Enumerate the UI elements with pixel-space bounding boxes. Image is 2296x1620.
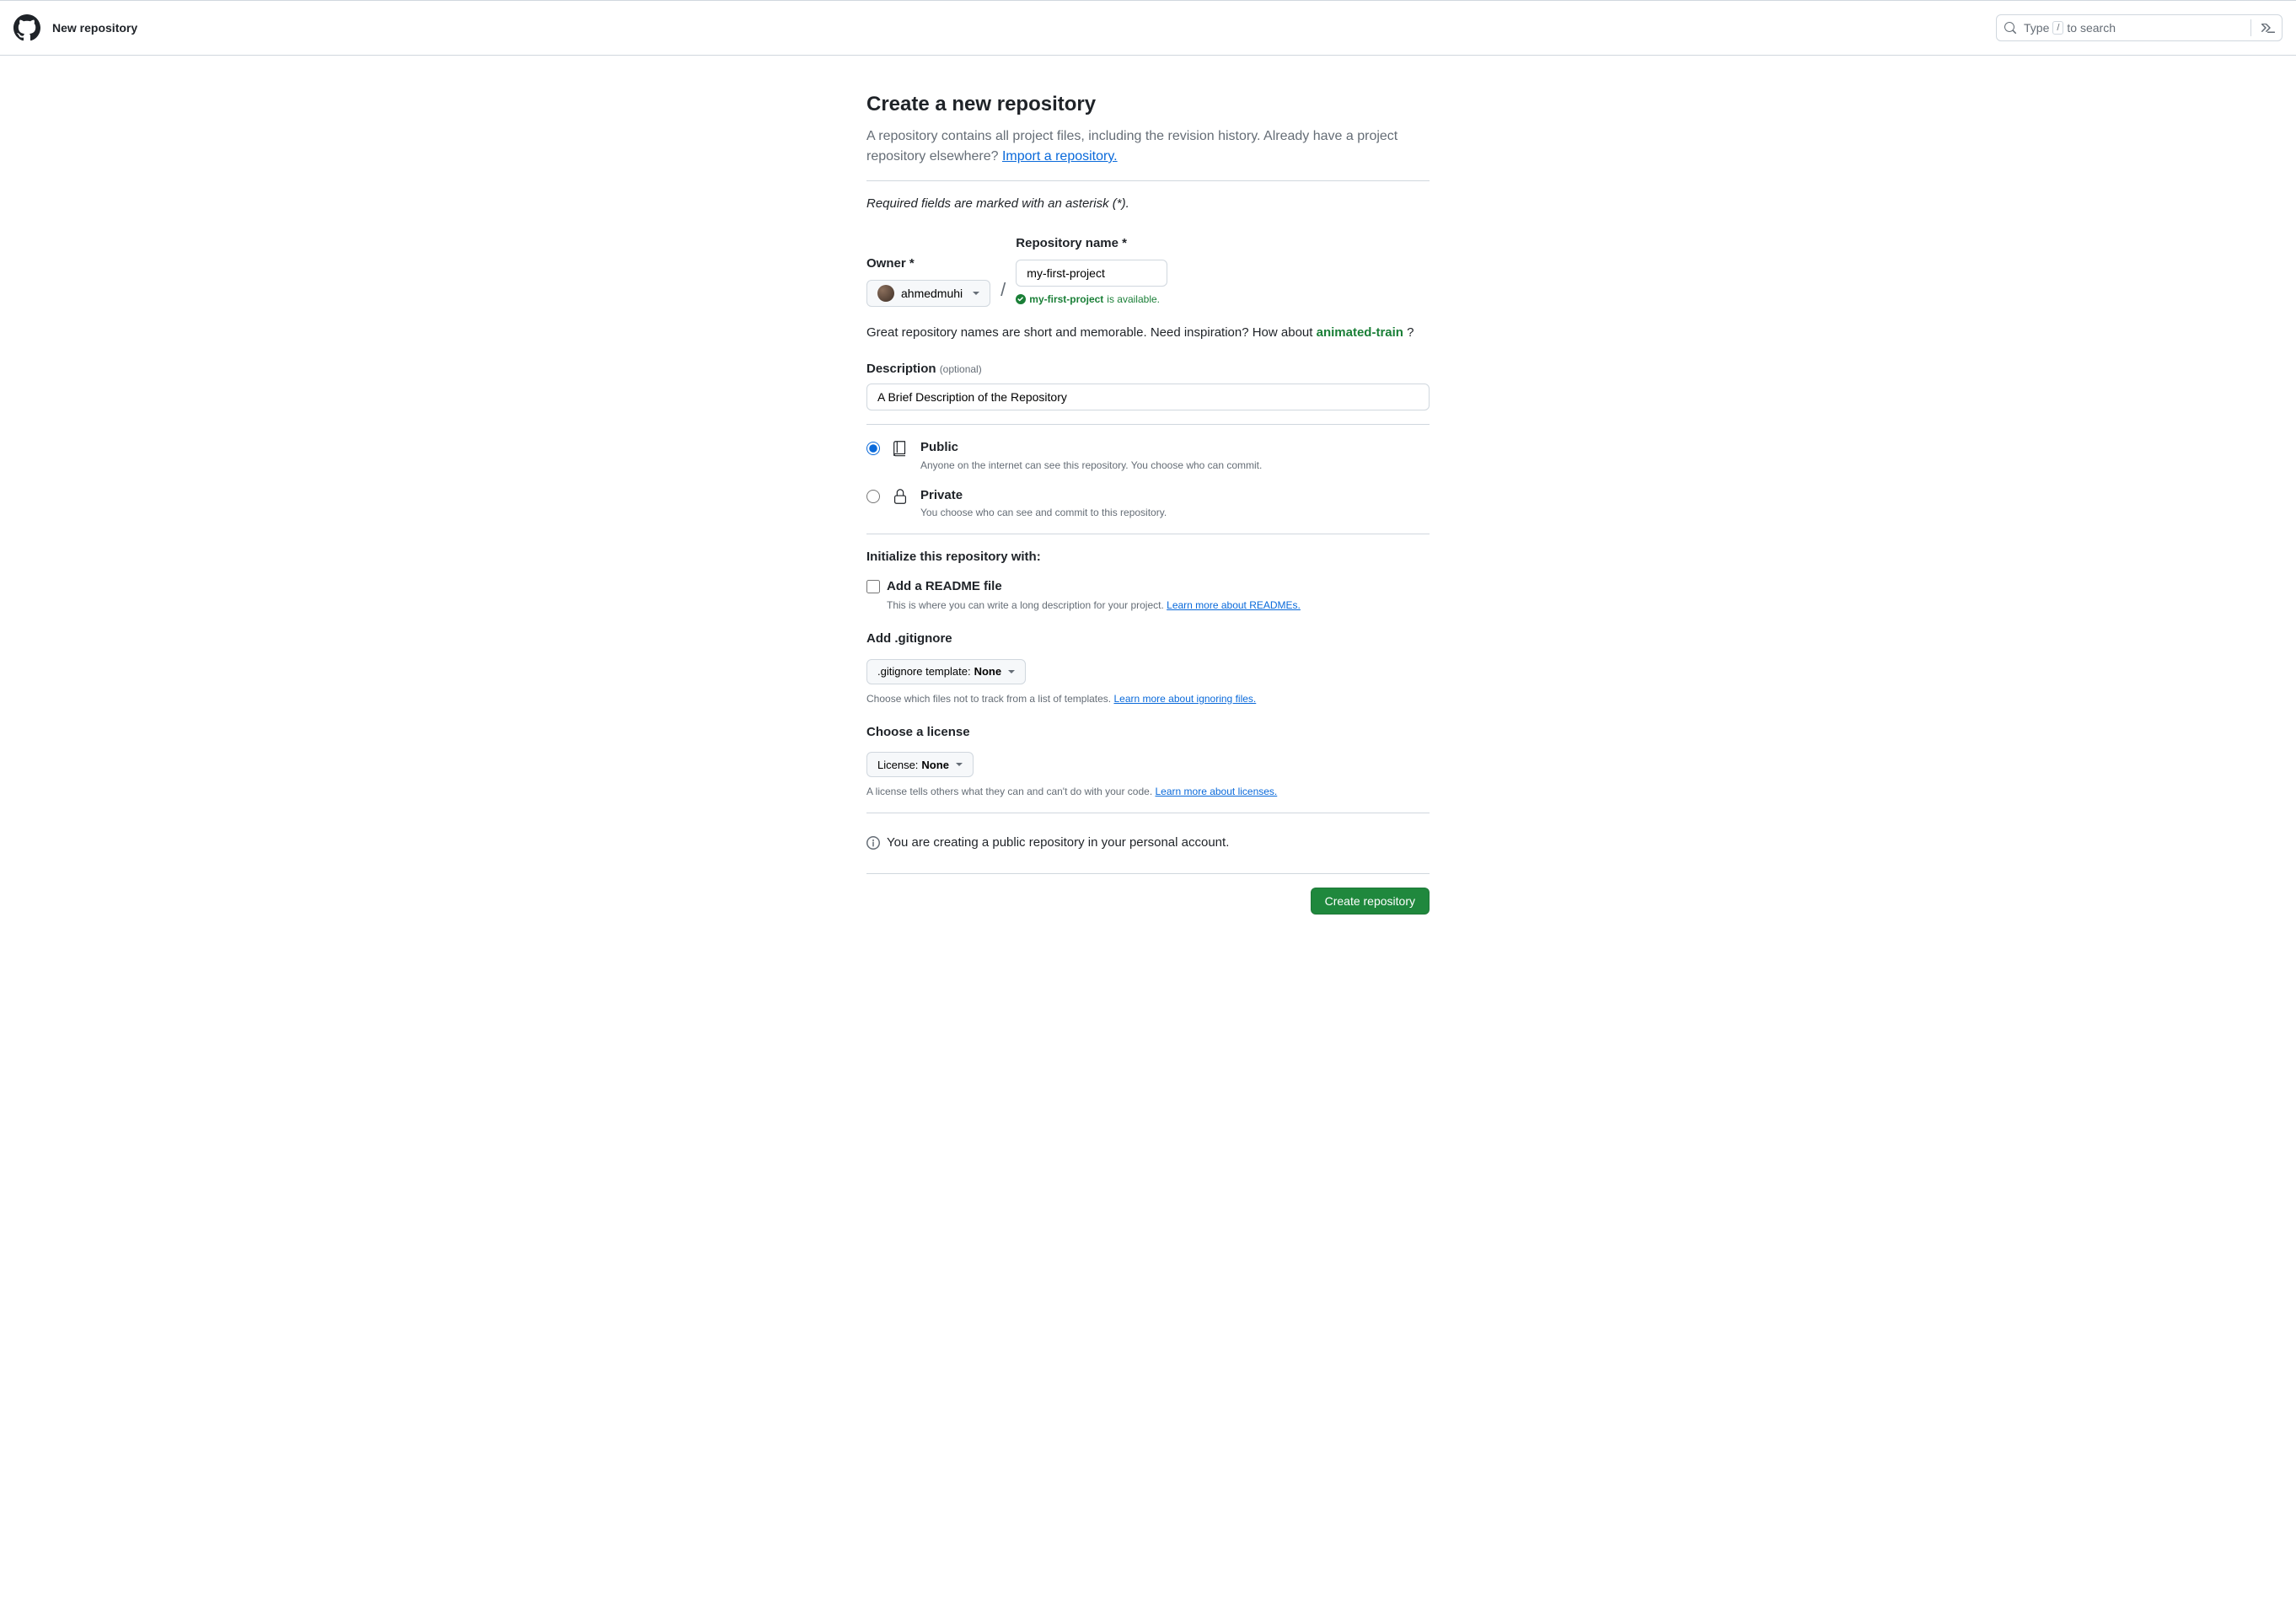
owner-field: Owner * ahmedmuhi — [866, 255, 990, 308]
lock-icon — [890, 486, 910, 506]
search-divider — [2250, 19, 2251, 36]
visibility-public[interactable]: Public Anyone on the internet can see th… — [866, 438, 1430, 473]
avail-suffix: is available. — [1107, 292, 1160, 307]
readme-title: Add a README file — [887, 577, 1301, 597]
gitignore-learn-link[interactable]: Learn more about ignoring files. — [1113, 693, 1256, 705]
license-section: Choose a license License: None A license… — [866, 723, 1430, 800]
license-help: A license tells others what they can and… — [866, 784, 1430, 799]
inspire-suggestion[interactable]: animated-train — [1317, 325, 1403, 340]
caret-down-icon — [973, 292, 979, 295]
repo-name-label: Repository name * — [1016, 234, 1167, 254]
search-input[interactable]: Type / to search — [1996, 14, 2283, 41]
public-title: Public — [920, 438, 1262, 458]
license-value: None — [921, 759, 949, 771]
inspire-text: Great repository names are short and mem… — [866, 325, 1317, 340]
submit-row: Create repository — [866, 888, 1430, 915]
search-placeholder: Type / to search — [2024, 19, 2244, 37]
command-palette-icon[interactable] — [2261, 21, 2275, 35]
public-radio[interactable] — [866, 442, 880, 455]
intro-text: A repository contains all project files,… — [866, 129, 1397, 164]
readme-option[interactable]: Add a README file This is where you can … — [866, 577, 1430, 614]
license-heading: Choose a license — [866, 723, 1430, 743]
repo-name-input[interactable] — [1016, 260, 1167, 287]
gitignore-prefix: .gitignore template: — [877, 665, 971, 678]
inspire-q: ? — [1403, 325, 1414, 340]
repo-icon — [890, 438, 910, 458]
license-learn-link[interactable]: Learn more about licenses. — [1156, 786, 1278, 797]
readme-desc: This is where you can write a long descr… — [887, 598, 1301, 613]
site-header: New repository Type / to search — [0, 1, 2296, 56]
description-field: Description (optional) — [866, 360, 1430, 411]
description-input[interactable] — [866, 384, 1430, 410]
header-left: New repository — [13, 14, 137, 41]
info-text: You are creating a public repository in … — [887, 834, 1229, 853]
readme-text: Add a README file This is where you can … — [887, 577, 1301, 614]
main-form: Create a new repository A repository con… — [853, 56, 1443, 948]
visibility-group: Public Anyone on the internet can see th… — [866, 438, 1430, 520]
owner-select[interactable]: ahmedmuhi — [866, 280, 990, 307]
gitignore-select[interactable]: .gitignore template: None — [866, 659, 1026, 684]
private-desc: You choose who can see and commit to thi… — [920, 505, 1167, 520]
public-desc: Anyone on the internet can see this repo… — [920, 458, 1262, 473]
create-repository-button[interactable]: Create repository — [1311, 888, 1430, 915]
availability-message: my-first-project is available. — [1016, 292, 1167, 307]
readme-checkbox[interactable] — [866, 580, 880, 593]
readme-learn-link[interactable]: Learn more about READMEs. — [1167, 599, 1301, 611]
desc-label: Description (optional) — [866, 362, 982, 376]
required-note: Required fields are marked with an aster… — [866, 195, 1430, 214]
private-radio[interactable] — [866, 490, 880, 503]
page-intro: A repository contains all project files,… — [866, 126, 1430, 167]
desc-label-text: Description — [866, 362, 940, 376]
name-inspiration: Great repository names are short and mem… — [866, 324, 1430, 343]
header-right: Type / to search — [1996, 14, 2283, 41]
search-icon — [2004, 21, 2017, 35]
github-logo-icon[interactable] — [13, 14, 40, 41]
license-select[interactable]: License: None — [866, 752, 974, 777]
page-heading: Create a new repository — [866, 89, 1430, 120]
init-heading: Initialize this repository with: — [866, 548, 1430, 567]
gitignore-heading: Add .gitignore — [866, 630, 1430, 649]
visibility-private[interactable]: Private You choose who can see and commi… — [866, 486, 1430, 521]
page-title: New repository — [52, 19, 137, 37]
search-placeholder-prefix: Type — [2024, 19, 2049, 37]
readme-desc-text: This is where you can write a long descr… — [887, 599, 1167, 611]
gitignore-help: Choose which files not to track from a l… — [866, 691, 1430, 706]
public-text: Public Anyone on the internet can see th… — [920, 438, 1262, 473]
search-placeholder-suffix: to search — [2067, 19, 2116, 37]
caret-down-icon — [1008, 670, 1015, 673]
desc-optional-text: (optional) — [940, 363, 982, 375]
import-repo-link[interactable]: Import a repository. — [1002, 149, 1118, 164]
search-key-icon: / — [2052, 21, 2063, 35]
license-help-text: A license tells others what they can and… — [866, 786, 1156, 797]
divider — [866, 180, 1430, 181]
info-icon — [866, 836, 880, 850]
caret-down-icon — [956, 763, 963, 766]
divider — [866, 873, 1430, 874]
owner-label: Owner * — [866, 255, 990, 274]
slash-separator: / — [997, 276, 1009, 307]
private-title: Private — [920, 486, 1167, 506]
license-prefix: License: — [877, 759, 918, 771]
private-text: Private You choose who can see and commi… — [920, 486, 1167, 521]
check-circle-icon — [1016, 294, 1026, 304]
divider — [866, 424, 1430, 425]
avatar — [877, 285, 894, 302]
gitignore-help-text: Choose which files not to track from a l… — [866, 693, 1113, 705]
gitignore-value: None — [974, 665, 1002, 678]
avail-name: my-first-project — [1029, 292, 1103, 307]
gitignore-section: Add .gitignore .gitignore template: None… — [866, 630, 1430, 706]
info-row: You are creating a public repository in … — [866, 827, 1430, 860]
repo-name-field: Repository name * my-first-project is av… — [1016, 234, 1167, 308]
owner-value: ahmedmuhi — [901, 287, 963, 300]
owner-repo-row: Owner * ahmedmuhi / Repository name * my… — [866, 234, 1430, 308]
